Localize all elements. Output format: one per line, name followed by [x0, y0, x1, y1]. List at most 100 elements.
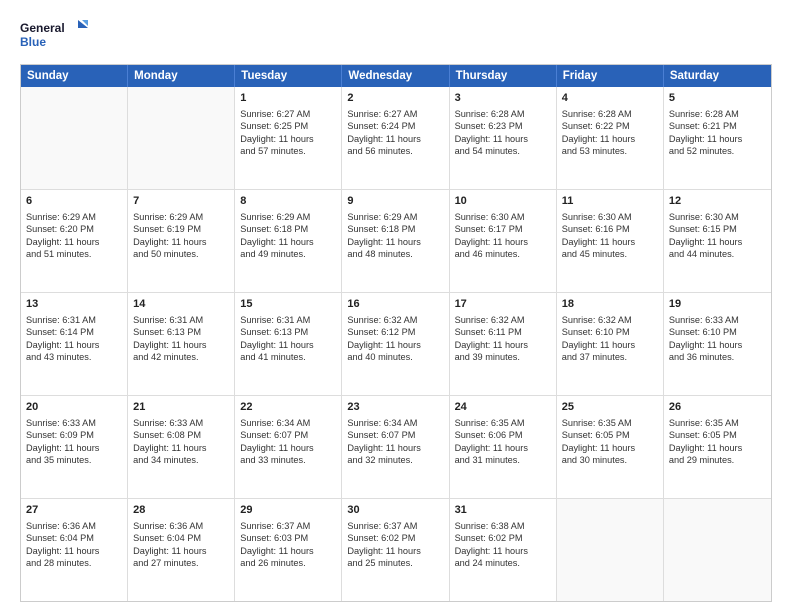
day-cell-5: 5Sunrise: 6:28 AMSunset: 6:21 PMDaylight…: [664, 87, 771, 189]
day-number: 4: [562, 91, 658, 106]
cell-line-3: and 39 minutes.: [455, 351, 551, 363]
cell-line-3: and 41 minutes.: [240, 351, 336, 363]
day-header-thursday: Thursday: [450, 65, 557, 87]
cell-line-0: Sunrise: 6:35 AM: [455, 417, 551, 429]
day-header-wednesday: Wednesday: [342, 65, 449, 87]
day-cell-4: 4Sunrise: 6:28 AMSunset: 6:22 PMDaylight…: [557, 87, 664, 189]
cell-line-2: Daylight: 11 hours: [347, 442, 443, 454]
day-cell-3: 3Sunrise: 6:28 AMSunset: 6:23 PMDaylight…: [450, 87, 557, 189]
cell-line-1: Sunset: 6:09 PM: [26, 429, 122, 441]
cell-line-0: Sunrise: 6:35 AM: [562, 417, 658, 429]
day-cell-25: 25 Sunrise: 6:35 AMSunset: 6:05 PMDayligh…: [557, 396, 664, 498]
day-number: 28: [133, 503, 229, 518]
cell-line-0: Sunrise: 6:38 AM: [455, 520, 551, 532]
day-cell-14: 14Sunrise: 6:31 AMSunset: 6:13 PMDayligh…: [128, 293, 235, 395]
cell-line-1: Sunset: 6:20 PM: [26, 223, 122, 235]
cell-line-1: Sunset: 6:16 PM: [562, 223, 658, 235]
cell-line-2: Daylight: 11 hours: [133, 545, 229, 557]
day-cell-7: 7Sunrise: 6:29 AMSunset: 6:19 PMDaylight…: [128, 190, 235, 292]
day-number: 21: [133, 400, 229, 415]
cell-line-1: Sunset: 6:23 PM: [455, 120, 551, 132]
day-header-monday: Monday: [128, 65, 235, 87]
day-cell-6: 6Sunrise: 6:29 AMSunset: 6:20 PMDaylight…: [21, 190, 128, 292]
cell-line-3: and 57 minutes.: [240, 145, 336, 157]
cell-line-1: Sunset: 6:05 PM: [562, 429, 658, 441]
cell-line-2: Daylight: 11 hours: [669, 133, 766, 145]
cell-line-3: and 36 minutes.: [669, 351, 766, 363]
day-number: 27: [26, 503, 122, 518]
cell-line-3: and 46 minutes.: [455, 248, 551, 260]
day-number: 6: [26, 194, 122, 209]
cell-line-1: Sunset: 6:03 PM: [240, 532, 336, 544]
calendar-row-0: 1Sunrise: 6:27 AMSunset: 6:25 PMDaylight…: [21, 87, 771, 190]
cell-line-3: and 27 minutes.: [133, 557, 229, 569]
cell-line-2: Daylight: 11 hours: [26, 339, 122, 351]
cell-line-2: Daylight: 11 hours: [562, 442, 658, 454]
cell-line-2: Daylight: 11 hours: [240, 442, 336, 454]
cell-line-3: and 32 minutes.: [347, 454, 443, 466]
cell-line-3: and 43 minutes.: [26, 351, 122, 363]
day-number: 24: [455, 400, 551, 415]
cell-line-2: Daylight: 11 hours: [455, 236, 551, 248]
cell-line-1: Sunset: 6:18 PM: [347, 223, 443, 235]
day-cell-23: 23Sunrise: 6:34 AMSunset: 6:07 PMDayligh…: [342, 396, 449, 498]
calendar: SundayMondayTuesdayWednesdayThursdayFrid…: [20, 64, 772, 602]
day-cell-12: 12Sunrise: 6:30 AMSunset: 6:15 PMDayligh…: [664, 190, 771, 292]
cell-line-0: Sunrise: 6:34 AM: [240, 417, 336, 429]
cell-line-3: and 51 minutes.: [26, 248, 122, 260]
cell-line-1: Sunset: 6:13 PM: [240, 326, 336, 338]
cell-line-3: and 30 minutes.: [562, 454, 658, 466]
calendar-header: SundayMondayTuesdayWednesdayThursdayFrid…: [21, 65, 771, 87]
cell-line-0: Sunrise: 6:37 AM: [347, 520, 443, 532]
cell-line-1: Sunset: 6:02 PM: [347, 532, 443, 544]
svg-text:Blue: Blue: [20, 35, 46, 49]
cell-line-1: Sunset: 6:04 PM: [26, 532, 122, 544]
logo-svg: General Blue: [20, 18, 90, 54]
cell-line-2: Daylight: 11 hours: [133, 339, 229, 351]
header: General Blue: [20, 18, 772, 54]
cell-line-1: Sunset: 6:24 PM: [347, 120, 443, 132]
cell-line-3: and 29 minutes.: [669, 454, 766, 466]
cell-line-1: Sunset: 6:13 PM: [133, 326, 229, 338]
empty-cell: [664, 499, 771, 601]
day-cell-17: 17Sunrise: 6:32 AMSunset: 6:11 PMDayligh…: [450, 293, 557, 395]
cell-line-1: Sunset: 6:14 PM: [26, 326, 122, 338]
cell-line-3: and 45 minutes.: [562, 248, 658, 260]
cell-line-0: Sunrise: 6:28 AM: [562, 108, 658, 120]
day-number: 17: [455, 297, 551, 312]
cell-line-2: Daylight: 11 hours: [347, 133, 443, 145]
cell-line-3: and 44 minutes.: [669, 248, 766, 260]
cell-line-2: Daylight: 11 hours: [562, 236, 658, 248]
day-header-saturday: Saturday: [664, 65, 771, 87]
day-cell-30: 30Sunrise: 6:37 AMSunset: 6:02 PMDayligh…: [342, 499, 449, 601]
cell-line-2: Daylight: 11 hours: [26, 442, 122, 454]
cell-line-3: and 53 minutes.: [562, 145, 658, 157]
cell-line-1: Sunset: 6:07 PM: [347, 429, 443, 441]
cell-line-0: Sunrise: 6:37 AM: [240, 520, 336, 532]
cell-line-1: Sunset: 6:04 PM: [133, 532, 229, 544]
day-number: 26: [669, 400, 766, 415]
cell-line-0: Sunrise: 6:28 AM: [669, 108, 766, 120]
cell-line-2: Daylight: 11 hours: [133, 442, 229, 454]
cell-line-2: Daylight: 11 hours: [669, 339, 766, 351]
day-cell-26: 26Sunrise: 6:35 AMSunset: 6:05 PMDayligh…: [664, 396, 771, 498]
cell-line-1: Sunset: 6:12 PM: [347, 326, 443, 338]
cell-line-1: Sunset: 6:19 PM: [133, 223, 229, 235]
cell-line-2: Daylight: 11 hours: [562, 339, 658, 351]
day-cell-2: 2Sunrise: 6:27 AMSunset: 6:24 PMDaylight…: [342, 87, 449, 189]
day-number: 29: [240, 503, 336, 518]
day-number: 25: [562, 400, 658, 415]
cell-line-0: Sunrise: 6:31 AM: [133, 314, 229, 326]
cell-line-3: and 28 minutes.: [26, 557, 122, 569]
cell-line-2: Daylight: 11 hours: [455, 133, 551, 145]
day-number: 19: [669, 297, 766, 312]
day-cell-10: 10Sunrise: 6:30 AMSunset: 6:17 PMDayligh…: [450, 190, 557, 292]
cell-line-1: Sunset: 6:05 PM: [669, 429, 766, 441]
cell-line-3: and 42 minutes.: [133, 351, 229, 363]
day-number: 2: [347, 91, 443, 106]
cell-line-3: and 54 minutes.: [455, 145, 551, 157]
day-header-friday: Friday: [557, 65, 664, 87]
calendar-row-1: 6Sunrise: 6:29 AMSunset: 6:20 PMDaylight…: [21, 190, 771, 293]
cell-line-3: and 33 minutes.: [240, 454, 336, 466]
day-cell-27: 27Sunrise: 6:36 AMSunset: 6:04 PMDayligh…: [21, 499, 128, 601]
